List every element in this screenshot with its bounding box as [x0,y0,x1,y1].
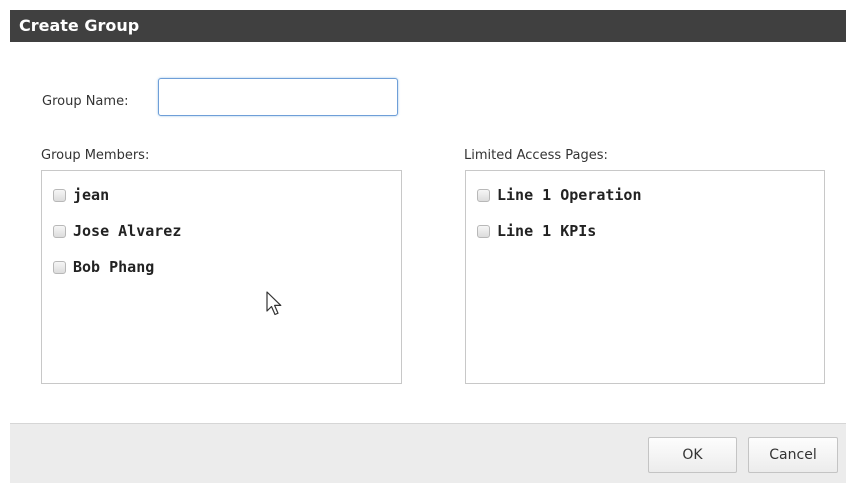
member-label: Jose Alvarez [73,222,182,240]
dialog-footer: OK Cancel [10,423,846,483]
group-name-input[interactable] [158,78,398,116]
member-item-jose-alvarez[interactable]: Jose Alvarez [53,221,181,241]
limited-access-pages-label: Limited Access Pages: [464,148,608,163]
create-group-dialog: Create Group Group Name: Group Members: … [10,10,846,483]
group-members-list: jean Jose Alvarez Bob Phang [41,170,402,384]
member-item-bob-phang[interactable]: Bob Phang [53,257,154,277]
page-label: Line 1 KPIs [497,222,597,240]
page-item-line-1-kpis[interactable]: Line 1 KPIs [477,221,596,241]
ok-button[interactable]: OK [648,437,737,473]
group-name-label: Group Name: [42,94,129,109]
page-checkbox[interactable] [477,224,490,238]
dialog-title-bar[interactable]: Create Group [10,10,846,42]
page-label: Line 1 Operation [497,186,642,204]
group-members-label: Group Members: [41,148,150,163]
page-item-line-1-operation[interactable]: Line 1 Operation [477,185,642,205]
member-checkbox[interactable] [53,188,66,202]
member-label: Bob Phang [73,258,155,276]
mouse-pointer-icon [266,291,282,316]
member-checkbox[interactable] [53,224,66,238]
member-label: jean [73,186,110,204]
member-checkbox[interactable] [53,260,66,274]
cancel-button[interactable]: Cancel [748,437,838,473]
dialog-title: Create Group [19,16,140,35]
member-item-jean[interactable]: jean [53,185,109,205]
limited-access-pages-list: Line 1 Operation Line 1 KPIs [465,170,825,384]
page-checkbox[interactable] [477,188,490,202]
